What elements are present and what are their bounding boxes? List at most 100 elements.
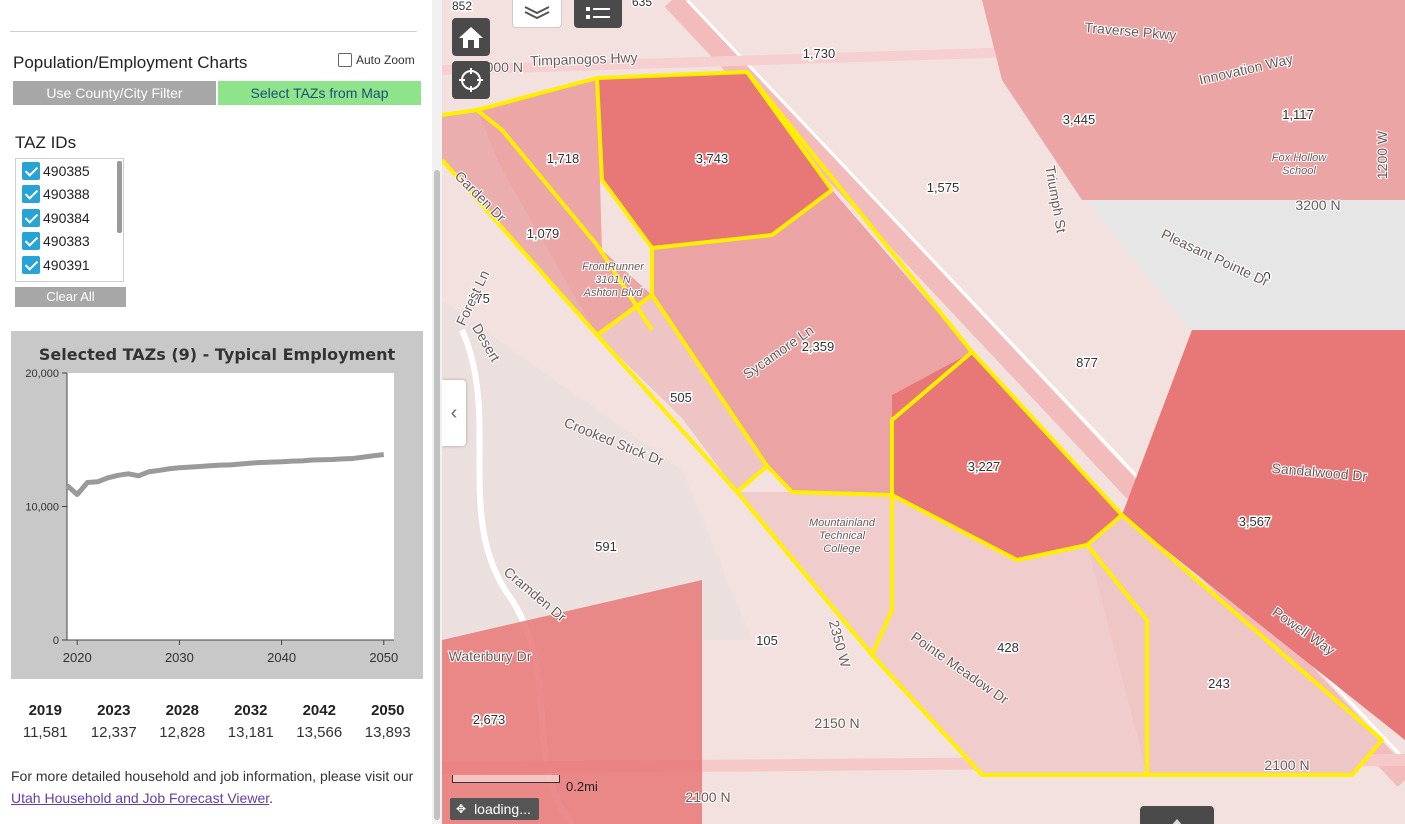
scale-bar <box>452 775 560 783</box>
footnote-text: For more detailed household and job info… <box>11 768 414 784</box>
street-label: 1200 W <box>1374 130 1390 179</box>
section-title: Population/Employment Charts <box>13 53 248 72</box>
summary-value: 13,566 <box>296 724 343 741</box>
taz-id-label: 490388 <box>43 186 90 203</box>
summary-value: 12,337 <box>90 724 137 741</box>
street-label: 2100 N <box>1264 757 1309 773</box>
year-summary-item: 2019 11,581 <box>11 702 80 741</box>
layers-icon <box>524 6 550 20</box>
scrollbar-thumb[interactable] <box>434 170 440 820</box>
place-label: Technical <box>819 530 866 542</box>
corner-number: 852 <box>452 0 472 13</box>
loading-text: loading... <box>474 801 531 817</box>
auto-zoom-label: Auto Zoom <box>356 53 415 67</box>
street-label: 3200 N <box>1295 197 1340 213</box>
taz-value-label: 3,227 <box>968 459 1001 474</box>
taz-id-label: 490385 <box>43 162 90 179</box>
year-summary-item: 2023 12,337 <box>80 702 149 741</box>
street-label: 2100 N <box>685 789 730 805</box>
employment-chart: Selected TAZs (9) - Typical Employment 0… <box>11 331 423 679</box>
taz-value-label: 243 <box>1208 676 1230 691</box>
home-icon <box>459 27 483 48</box>
place-label: Fox Hollow <box>1272 152 1327 164</box>
footnote-end: . <box>269 790 274 806</box>
layers-button[interactable] <box>512 0 562 28</box>
list-item[interactable]: 490388 <box>16 183 123 207</box>
year-summary: 2019 11,581 2023 12,337 2028 12,828 2032 13,… <box>11 702 422 741</box>
summary-year: 2032 <box>234 702 268 719</box>
x-tick-label: 2030 <box>165 650 194 665</box>
forecast-viewer-link[interactable]: Utah Household and Job Forecast Viewer <box>11 790 269 806</box>
street-label: Waterbury Dr <box>449 648 532 664</box>
checkbox-checked[interactable] <box>22 208 40 227</box>
map-canvas[interactable]: 1,7301,718 3,7433,445 1,1171,5751,07937502… <box>442 0 1405 824</box>
taz-id-label: 490384 <box>43 209 90 226</box>
list-item[interactable]: 490391 <box>16 253 123 277</box>
home-button[interactable] <box>452 18 490 56</box>
x-tick-label: 2040 <box>267 650 296 665</box>
chart-plot: 0 10,000 20,000 2020 2030 2040 2050 <box>25 368 398 665</box>
side-panel: Population/Employment Charts Auto Zoom U… <box>0 0 432 824</box>
summary-year: 2028 <box>165 702 199 719</box>
taz-value-label: 1,730 <box>803 46 836 61</box>
move-icon: ✥ <box>456 802 467 816</box>
place-label: Ashton Blvd <box>583 287 644 299</box>
list-scrollbar[interactable] <box>117 161 122 233</box>
map-view[interactable]: 1,730 1,718 3,743 3,445 1,117 1,575 1,079 375 0 2… <box>442 0 1405 824</box>
y-tick-label: 20,000 <box>25 368 59 380</box>
taz-value-label: 1,079 <box>527 226 560 241</box>
taz-value-label: 591 <box>595 539 617 554</box>
clear-all-button[interactable]: Clear All <box>15 287 126 307</box>
footnote: For more detailed household and job info… <box>11 765 421 809</box>
select-taz-from-map-button[interactable]: Select TAZs from Map <box>218 81 421 105</box>
summary-year: 2050 <box>371 702 405 719</box>
place-label: FrontRunner <box>582 261 645 273</box>
taz-value-label: 877 <box>1076 355 1098 370</box>
place-label: College <box>823 543 860 555</box>
plot-area <box>67 373 394 640</box>
list-item[interactable]: 490384 <box>16 206 123 230</box>
auto-zoom-toggle[interactable]: Auto Zoom <box>338 53 415 67</box>
county-city-filter-button[interactable]: Use County/City Filter <box>13 81 216 105</box>
checkbox-checked[interactable] <box>22 185 40 204</box>
taz-value-label: 505 <box>670 390 692 405</box>
year-summary-item: 2050 13,893 <box>354 702 423 741</box>
summary-year: 2042 <box>302 702 336 719</box>
expand-bottom-tab[interactable] <box>1140 806 1214 824</box>
year-summary-item: 2028 12,828 <box>148 702 217 741</box>
place-label: 3101 N <box>595 274 631 286</box>
place-label: Mountainland <box>809 517 876 529</box>
taz-value-label: 2,673 <box>473 712 506 727</box>
x-tick-label: 2020 <box>63 650 92 665</box>
taz-value-label: 1,575 <box>927 180 960 195</box>
taz-value-label: 105 <box>756 633 778 648</box>
taz-value-label: 3,743 <box>696 151 729 166</box>
x-tick-label: 2050 <box>369 650 398 665</box>
auto-zoom-checkbox[interactable] <box>338 53 352 67</box>
panel-scrollbar[interactable] <box>432 0 442 824</box>
summary-year: 2019 <box>28 702 62 719</box>
list-item[interactable]: 490383 <box>16 230 123 254</box>
y-tick-label: 10,000 <box>25 502 59 514</box>
taz-value-label: 1,718 <box>547 151 580 166</box>
taz-id-label: 490391 <box>43 256 90 273</box>
taz-id-label: 490383 <box>43 233 90 250</box>
crosshair-icon <box>459 68 483 92</box>
checkbox-checked[interactable] <box>22 232 40 251</box>
summary-value: 12,828 <box>159 724 206 741</box>
collapse-panel-tab[interactable]: ‹ <box>442 380 466 446</box>
y-tick-label: 0 <box>53 635 59 647</box>
summary-value: 13,893 <box>364 724 411 741</box>
checkbox-checked[interactable] <box>22 161 40 180</box>
taz-value-label: 3,567 <box>1239 514 1272 529</box>
checkbox-checked[interactable] <box>22 255 40 274</box>
taz-id-list[interactable]: 490385 490388 490384 490383 490391 <box>15 158 124 282</box>
street-label: 2150 N <box>814 715 859 731</box>
summary-value: 13,181 <box>227 724 274 741</box>
legend-button[interactable] <box>574 0 622 28</box>
loading-indicator: ✥ loading... <box>450 798 539 820</box>
list-item[interactable]: 490385 <box>16 159 123 183</box>
scale-label: 0.2mi <box>566 779 598 794</box>
locate-button[interactable] <box>452 61 490 99</box>
year-summary-item: 2042 13,566 <box>285 702 354 741</box>
